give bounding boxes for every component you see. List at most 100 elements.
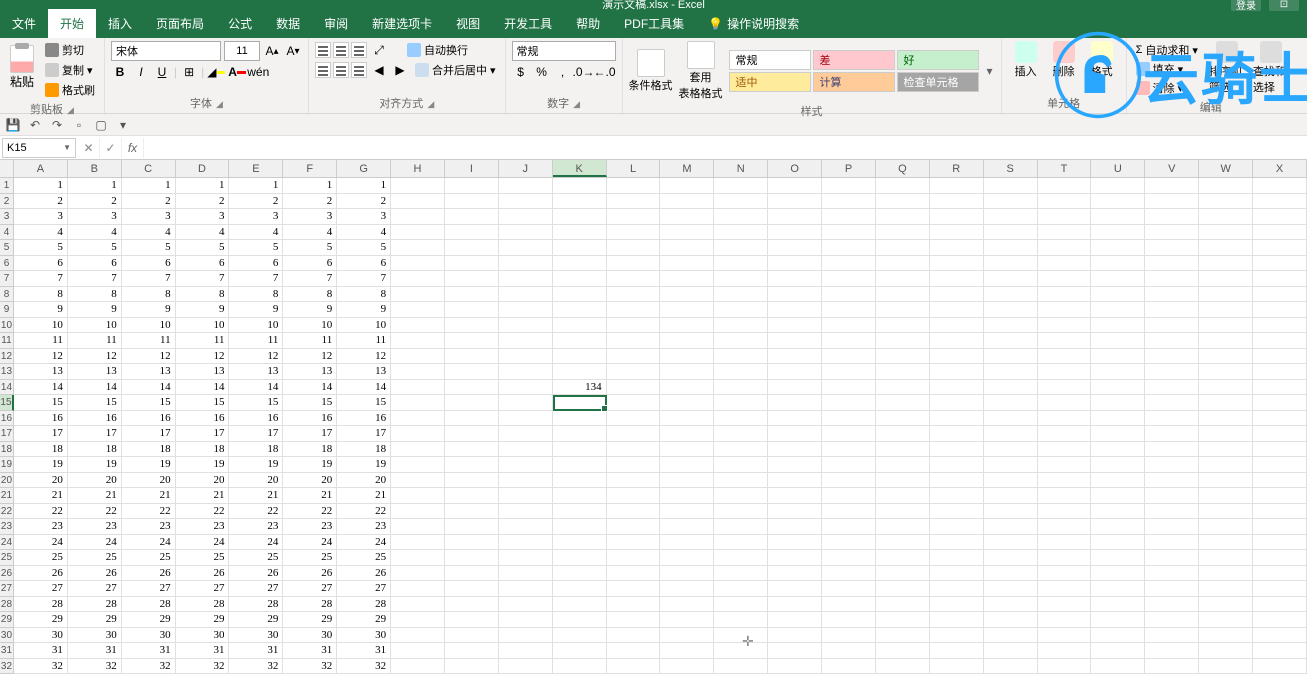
cell[interactable] — [876, 209, 930, 225]
cell[interactable]: 8 — [283, 287, 337, 303]
qat-customize-icon[interactable]: ▾ — [116, 118, 130, 132]
cell[interactable] — [607, 178, 661, 194]
cell[interactable] — [984, 535, 1038, 551]
cell[interactable] — [391, 488, 445, 504]
cell[interactable] — [553, 271, 607, 287]
cell[interactable] — [391, 349, 445, 365]
cell[interactable] — [714, 504, 768, 520]
row-header[interactable]: 15 — [0, 395, 14, 411]
cell[interactable]: 12 — [122, 349, 176, 365]
cell[interactable] — [714, 194, 768, 210]
column-header[interactable]: A — [14, 160, 68, 177]
cell[interactable] — [1091, 318, 1145, 334]
cell[interactable] — [984, 318, 1038, 334]
cell[interactable] — [660, 364, 714, 380]
cell[interactable] — [499, 256, 553, 272]
cell[interactable]: 22 — [176, 504, 230, 520]
cell[interactable]: 12 — [283, 349, 337, 365]
cell[interactable] — [445, 535, 499, 551]
cell[interactable]: 31 — [176, 643, 230, 659]
cell[interactable]: 9 — [122, 302, 176, 318]
cell[interactable] — [876, 457, 930, 473]
cell[interactable] — [822, 240, 876, 256]
cell[interactable] — [930, 271, 984, 287]
cell[interactable] — [445, 271, 499, 287]
cell[interactable] — [1091, 194, 1145, 210]
cell[interactable] — [553, 612, 607, 628]
cell[interactable] — [1199, 318, 1253, 334]
cell[interactable] — [445, 178, 499, 194]
cell[interactable] — [445, 395, 499, 411]
cell[interactable] — [930, 612, 984, 628]
cell[interactable] — [768, 581, 822, 597]
cell[interactable] — [553, 566, 607, 582]
cell[interactable] — [930, 488, 984, 504]
cell[interactable] — [984, 550, 1038, 566]
cell[interactable] — [1199, 550, 1253, 566]
cut-button[interactable]: 剪切 — [42, 41, 98, 59]
cell[interactable]: 13 — [122, 364, 176, 380]
cell[interactable]: 1 — [229, 178, 283, 194]
cell[interactable] — [984, 597, 1038, 613]
cell[interactable] — [984, 287, 1038, 303]
cell[interactable] — [984, 209, 1038, 225]
cell[interactable] — [445, 659, 499, 675]
cell[interactable] — [1145, 318, 1199, 334]
cell[interactable]: 24 — [122, 535, 176, 551]
select-all-corner[interactable] — [0, 160, 14, 177]
cell[interactable] — [499, 457, 553, 473]
cell[interactable]: 2 — [176, 194, 230, 210]
cell[interactable] — [1145, 194, 1199, 210]
cell[interactable] — [607, 457, 661, 473]
cell[interactable]: 25 — [122, 550, 176, 566]
cell[interactable] — [876, 550, 930, 566]
cell[interactable] — [876, 225, 930, 241]
cell[interactable] — [499, 426, 553, 442]
cell[interactable] — [499, 597, 553, 613]
increase-indent-icon[interactable]: ▶ — [391, 61, 409, 79]
cell[interactable] — [445, 349, 499, 365]
cell[interactable] — [930, 411, 984, 427]
cell[interactable]: 15 — [337, 395, 391, 411]
cell[interactable] — [445, 550, 499, 566]
row-header[interactable]: 3 — [0, 209, 14, 225]
cell[interactable] — [930, 519, 984, 535]
cell[interactable] — [1038, 318, 1092, 334]
cell[interactable]: 28 — [337, 597, 391, 613]
cell[interactable]: 25 — [229, 550, 283, 566]
cell[interactable] — [499, 364, 553, 380]
cell[interactable] — [607, 318, 661, 334]
cell[interactable]: 7 — [337, 271, 391, 287]
cell[interactable] — [876, 411, 930, 427]
cell[interactable]: 32 — [14, 659, 68, 675]
cell[interactable] — [768, 566, 822, 582]
cell[interactable] — [499, 287, 553, 303]
cell[interactable] — [553, 581, 607, 597]
cell[interactable] — [1145, 628, 1199, 644]
cell[interactable] — [984, 271, 1038, 287]
cell[interactable] — [984, 473, 1038, 489]
cell[interactable] — [391, 426, 445, 442]
cell[interactable]: 25 — [68, 550, 122, 566]
cell[interactable]: 2 — [337, 194, 391, 210]
cell[interactable] — [445, 318, 499, 334]
style-bad[interactable]: 差 — [813, 50, 895, 70]
cell[interactable] — [1199, 442, 1253, 458]
cell[interactable] — [1145, 349, 1199, 365]
cell[interactable] — [1038, 178, 1092, 194]
cell[interactable] — [984, 380, 1038, 396]
cell[interactable] — [1091, 209, 1145, 225]
cell[interactable] — [607, 550, 661, 566]
cell[interactable] — [822, 628, 876, 644]
cell[interactable] — [1038, 194, 1092, 210]
row-header[interactable]: 28 — [0, 597, 14, 613]
cell[interactable]: 30 — [68, 628, 122, 644]
cell[interactable]: 16 — [229, 411, 283, 427]
cell[interactable]: 11 — [337, 333, 391, 349]
cell[interactable]: 22 — [68, 504, 122, 520]
cell[interactable]: 24 — [337, 535, 391, 551]
cell[interactable]: 18 — [68, 442, 122, 458]
cell[interactable] — [876, 659, 930, 675]
cell[interactable] — [553, 411, 607, 427]
row-header[interactable]: 30 — [0, 628, 14, 644]
